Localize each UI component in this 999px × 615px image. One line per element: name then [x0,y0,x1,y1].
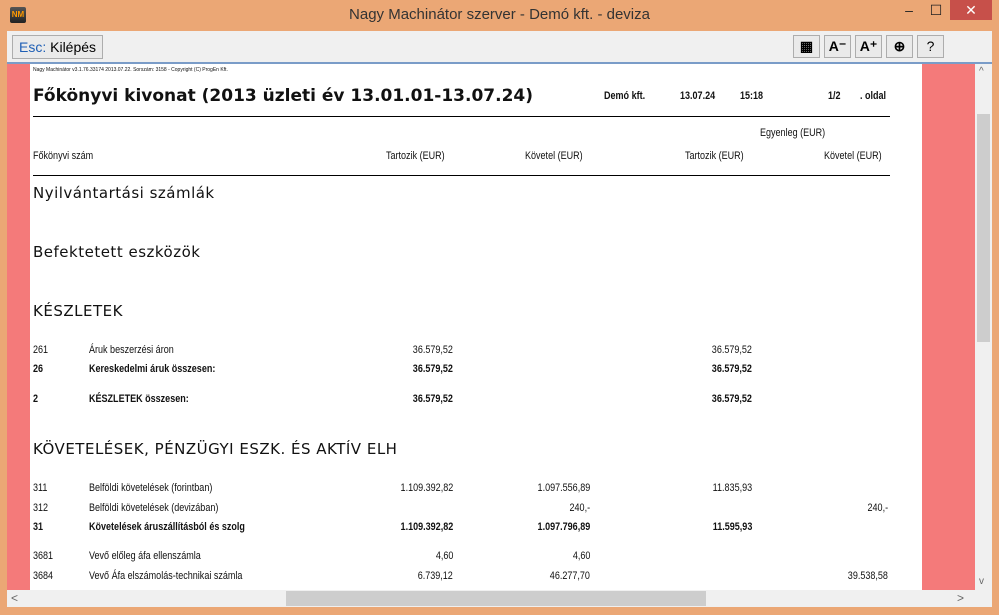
section-heading: Befektetett eszközök [33,243,201,261]
cell-debit: 4,60 [435,550,453,562]
font-decrease-button[interactable]: A⁻ [824,35,851,58]
cell-code: 31 [33,521,44,533]
divider [33,116,890,117]
window-title: Nagy Machinátor szerver - Demó kft. - de… [349,6,650,23]
cell-name: Belföldi követelések (devizában) [89,502,219,514]
section-heading: Nyilvántartási számlák [33,184,215,202]
cell-name: Vevő Áfa elszámolás-technikai számla [89,570,243,582]
exit-button[interactable]: Esc: Kilépés [12,35,104,59]
section-heading: KÉSZLETEK [33,302,123,320]
cell-name: KÉSZLETEK összesen: [89,393,189,405]
cell-code: 261 [33,344,49,356]
title-bar: NM Nagy Machinátor szerver - Demó kft. -… [0,0,999,30]
page-suffix: . oldal [860,90,887,102]
report-date: 13.07.24 [680,90,716,102]
header-credit: Követel (EUR) [525,150,583,162]
cell-credit: 1.097.796,89 [537,521,590,533]
minimize-button[interactable]: – [895,2,923,22]
cell-debit: 1.109.392,82 [400,482,453,494]
section-heading: KÖVETELÉSEK, PÉNZÜGYI ESZK. ÉS AKTÍV ELH [33,440,398,458]
scroll-left-icon[interactable]: < [11,591,18,605]
cell-credit: 46.277,70 [549,570,590,582]
cell-bal-debit: 36.579,52 [711,363,752,375]
report-viewer: Nagy Machinátor v3.1.76.33174 2013.07.22… [7,62,992,590]
cell-debit: 36.579,52 [412,363,453,375]
copyright-line: Nagy Machinátor v3.1.76.33174 2013.07.22… [33,67,228,73]
header-balance: Egyenleg (EUR) [760,127,826,139]
header-debit: Tartozik (EUR) [386,150,445,162]
report-title: Főkönyvi kivonat (2013 üzleti év 13.01.0… [33,86,534,106]
close-button[interactable]: ✕ [950,0,992,20]
cell-name: Vevő előleg áfa ellenszámla [89,550,201,562]
header-balance-debit: Tartozik (EUR) [685,150,744,162]
company-name: Demó kft. [604,90,646,102]
cell-name: Belföldi követelések (forintban) [89,482,213,494]
report-page: Nagy Machinátor v3.1.76.33174 2013.07.22… [30,64,922,590]
esc-key-label: Esc: [19,39,47,55]
grid-button[interactable]: ▦ [793,35,820,58]
cell-debit: 1.109.392,82 [400,521,453,533]
font-increase-button[interactable]: A⁺ [855,35,882,58]
header-account: Főkönyvi szám [33,150,94,162]
report-time: 15:18 [740,90,764,102]
vertical-scroll-thumb[interactable] [977,114,990,342]
cell-bal-debit: 11.835,93 [712,482,752,494]
help-button[interactable]: ? [917,35,944,58]
cell-code: 2 [33,393,39,405]
navigate-button[interactable]: ⊕ [886,35,913,58]
cell-debit: 36.579,52 [412,393,453,405]
maximize-button[interactable]: ☐ [922,2,950,22]
cell-code: 312 [33,502,49,514]
divider [33,175,890,176]
toolbar: Esc: Kilépés ▦ A⁻ A⁺ ⊕ ? [7,31,992,62]
vertical-scrollbar[interactable]: ^ v [975,64,992,590]
scroll-up-icon[interactable]: ^ [979,66,984,77]
cell-credit: 240,- [569,502,590,514]
scroll-down-icon[interactable]: v [979,576,984,587]
cell-name: Áruk beszerzési áron [89,344,174,356]
cell-code: 26 [33,363,44,375]
cell-credit: 4,60 [572,550,590,562]
horizontal-scrollbar[interactable]: < > [7,590,992,607]
header-balance-credit: Követel (EUR) [824,150,882,162]
cell-code: 3681 [33,550,54,562]
cell-bal-credit: 39.538,58 [847,570,888,582]
cell-bal-debit: 36.579,52 [711,393,752,405]
exit-label: Kilépés [46,39,97,55]
cell-credit: 1.097.556,89 [537,482,590,494]
cell-name: Követelések áruszállításból és szolg [89,521,245,533]
cell-debit: 6.739,12 [417,570,453,582]
scroll-right-icon[interactable]: > [957,591,964,605]
cell-bal-debit: 36.579,52 [711,344,752,356]
cell-name: Kereskedelmi áruk összesen: [89,363,216,375]
page-number: 1/2 [828,90,841,102]
cell-code: 311 [33,482,48,494]
cell-debit: 36.579,52 [412,344,453,356]
cell-bal-debit: 11.595,93 [712,521,752,533]
horizontal-scroll-thumb[interactable] [286,591,706,606]
cell-bal-credit: 240,- [867,502,888,514]
cell-code: 3684 [33,570,54,582]
